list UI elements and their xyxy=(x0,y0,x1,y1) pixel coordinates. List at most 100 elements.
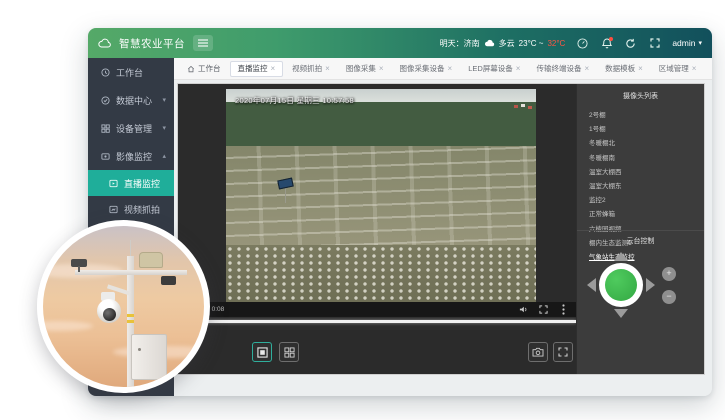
sidebar-item-video-snapshot[interactable]: 视频抓拍 xyxy=(88,196,174,222)
tab-led-devices[interactable]: LED屏幕设备 × xyxy=(461,61,527,77)
main-area: 工作台 直播监控 × 视频抓拍 × 图像采集 × 图像采集设备 × xyxy=(174,58,712,396)
snapshot-button[interactable] xyxy=(528,342,548,362)
weather-station-photo xyxy=(37,220,210,393)
station-crossarm xyxy=(75,270,187,275)
screen: 智慧农业平台 明天：济南 多云 23°C ~ 32°C xyxy=(0,0,725,420)
tab-video-snapshot[interactable]: 视频抓拍 × xyxy=(285,61,337,77)
user-menu[interactable]: admin ▾ xyxy=(672,38,702,48)
anemometer-stem xyxy=(78,266,80,272)
refresh-button[interactable] xyxy=(624,37,637,50)
ptz-left-button[interactable] xyxy=(587,278,596,292)
camera-list-item[interactable]: 六棱园视频 xyxy=(577,221,704,235)
tab-live-monitor[interactable]: 直播监控 × xyxy=(230,61,284,77)
video-fullscreen-icon[interactable] xyxy=(538,304,549,315)
monitor-icon xyxy=(100,67,110,77)
camera-list-item[interactable]: 温室大棚东 xyxy=(577,178,704,192)
ptz-right-button[interactable] xyxy=(646,278,655,292)
device-grid-icon xyxy=(100,123,110,133)
weather-city-label: 明天：济南 xyxy=(440,38,480,49)
temp-range-label: 23°C ~ xyxy=(519,39,544,48)
zoom-out-button[interactable]: − xyxy=(662,290,676,304)
video-progress-bar[interactable] xyxy=(178,320,576,323)
panel-fullscreen-button[interactable] xyxy=(553,342,573,362)
tab-transmission-devices[interactable]: 传输终端设备 × xyxy=(529,61,596,77)
video-treeline xyxy=(226,102,536,146)
dome-camera-glass xyxy=(103,308,116,321)
tab-close-icon[interactable]: × xyxy=(638,64,643,73)
camera-list-item[interactable]: 正常蜂箱 xyxy=(577,206,704,220)
tab-image-collect[interactable]: 图像采集 × xyxy=(339,61,391,77)
camera-list-item[interactable]: 1号棚 xyxy=(577,121,704,135)
sidebar-collapse-button[interactable] xyxy=(193,35,213,51)
quad-view-icon xyxy=(284,347,295,358)
weather-condition-label: 多云 xyxy=(499,38,515,49)
weather-cloud-icon xyxy=(484,39,495,47)
tab-region-group[interactable]: 区域分组 × xyxy=(705,61,712,77)
submenu-icon xyxy=(108,204,118,214)
layout-single-button[interactable] xyxy=(252,342,272,362)
rain-gauge xyxy=(139,252,163,268)
tab-close-icon[interactable]: × xyxy=(379,64,384,73)
solar-panel-pole xyxy=(285,188,286,203)
sidebar-item-label: 设备管理 xyxy=(116,122,152,135)
panel-divider xyxy=(577,230,704,231)
cabinet-lock xyxy=(138,348,141,351)
tab-image-devices[interactable]: 图像采集设备 × xyxy=(393,61,460,77)
tab-close-icon[interactable]: × xyxy=(516,64,521,73)
tab-workbench[interactable]: 工作台 xyxy=(180,61,228,77)
username-label: admin xyxy=(672,38,695,48)
pole-stripe xyxy=(127,314,134,317)
volume-icon[interactable] xyxy=(518,304,529,315)
camera-list-item[interactable]: 监控2 xyxy=(577,192,704,206)
video-stream[interactable]: 2020年07月15日 星期三 10:57:58 xyxy=(226,89,536,302)
ptz-title: 云台控制 xyxy=(577,236,704,246)
camera-list-item[interactable]: 温室大棚西 xyxy=(577,164,704,178)
data-center-icon xyxy=(100,95,110,105)
ptz-down-button[interactable] xyxy=(614,309,628,318)
tab-close-icon[interactable]: × xyxy=(325,64,330,73)
sidebar-item-device-manage[interactable]: 设备管理 ▾ xyxy=(88,114,174,142)
video-player: 2020年07月15日 星期三 10:57:58 / 0:08 xyxy=(178,84,576,374)
layout-grid-button[interactable] xyxy=(279,342,299,362)
top-header-bar: 智慧农业平台 明天：济南 多云 23°C ~ 32°C xyxy=(88,28,712,58)
camera-list-item[interactable]: 2号棚 xyxy=(577,107,704,121)
monitor-panel: 2020年07月15日 星期三 10:57:58 / 0:08 xyxy=(177,83,705,375)
sidebar-item-label: 影像监控 xyxy=(116,150,152,163)
notification-bell-button[interactable] xyxy=(600,37,613,50)
ptz-center-button[interactable] xyxy=(599,263,643,307)
cloud-logo-icon xyxy=(98,37,111,50)
sidebar-item-workbench[interactable]: 工作台 xyxy=(88,58,174,86)
tab-data-template[interactable]: 数据模板 × xyxy=(598,61,650,77)
tab-close-icon[interactable]: × xyxy=(271,64,276,73)
dashboard-icon[interactable] xyxy=(576,37,589,50)
zoom-in-button[interactable]: + xyxy=(662,267,676,281)
video-monitor-icon xyxy=(100,151,110,161)
tab-close-icon[interactable]: × xyxy=(584,64,589,73)
sidebar-item-live-monitor[interactable]: 直播监控 xyxy=(88,170,174,196)
pole-stripe xyxy=(127,320,134,323)
app-title: 智慧农业平台 xyxy=(119,36,185,51)
chevron-down-icon: ▾ xyxy=(162,124,166,132)
video-buildings xyxy=(514,105,518,108)
temp-high-label: 32°C xyxy=(547,39,565,48)
ptz-up-button[interactable] xyxy=(614,252,628,261)
tab-close-icon[interactable]: × xyxy=(448,64,453,73)
single-view-icon xyxy=(257,347,268,358)
content-area: 2020年07月15日 星期三 10:57:58 / 0:08 xyxy=(174,81,712,396)
notification-badge xyxy=(609,37,613,41)
tab-region-manage[interactable]: 区域管理 × xyxy=(652,61,704,77)
camera-list-title: 摄像头列表 xyxy=(577,84,704,101)
ptz-dpad xyxy=(590,254,652,316)
more-options-icon[interactable] xyxy=(558,304,569,315)
camera-list-item[interactable]: 冬暖棚南 xyxy=(577,150,704,164)
chevron-down-icon: ▾ xyxy=(162,96,166,104)
sidebar-item-video-monitor[interactable]: 影像监控 ▴ xyxy=(88,142,174,170)
tab-close-icon[interactable]: × xyxy=(692,64,697,73)
fullscreen-toggle-button[interactable] xyxy=(648,37,661,50)
submenu-icon xyxy=(108,178,118,188)
sidebar-item-label: 直播监控 xyxy=(124,177,160,190)
sidebar-item-label: 数据中心 xyxy=(116,94,152,107)
camera-list-item[interactable]: 冬暖棚北 xyxy=(577,135,704,149)
weather-status: 明天：济南 多云 23°C ~ 32°C xyxy=(440,38,566,49)
sidebar-item-data-center[interactable]: 数据中心 ▾ xyxy=(88,86,174,114)
